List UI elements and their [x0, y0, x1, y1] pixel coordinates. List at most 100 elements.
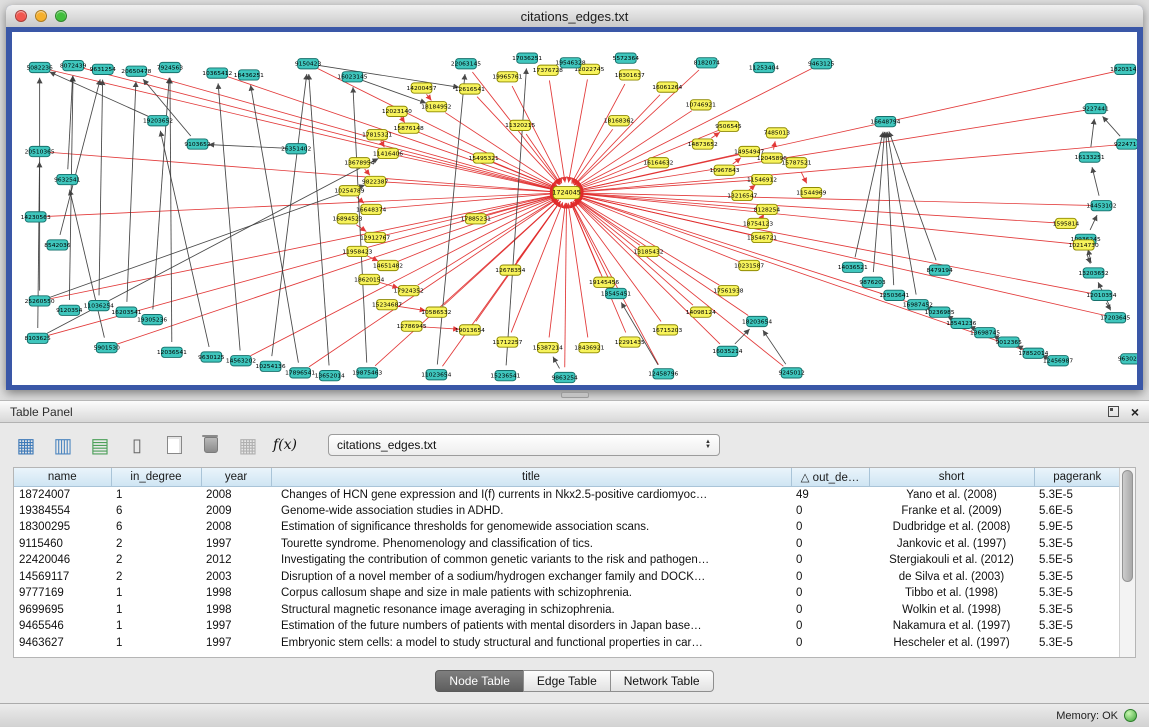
table-cell[interactable]: 2008: [201, 486, 271, 503]
graph-node[interactable]: 17896541: [285, 368, 315, 378]
graph-edge[interactable]: [889, 131, 936, 260]
table-cell[interactable]: 2012: [201, 552, 271, 569]
table-mode-icon[interactable]: ▦: [12, 431, 40, 459]
graph-node[interactable]: 8479194: [926, 265, 953, 275]
graph-edge[interactable]: [577, 180, 751, 192]
network-canvas[interactable]: 1724045812825411546912149549479506545107…: [12, 32, 1137, 385]
table-row[interactable]: 946554611997Estimation of the future num…: [14, 618, 1120, 635]
table-scrollbar-thumb[interactable]: [1122, 470, 1133, 582]
graph-node[interactable]: 9630125: [198, 352, 225, 362]
table-row[interactable]: 1830029562008Estimation of significance …: [14, 519, 1120, 536]
graph-node[interactable]: 18301637: [615, 70, 645, 80]
graph-edge[interactable]: [208, 145, 285, 149]
graph-node[interactable]: 13698745: [970, 328, 1000, 338]
table-cell[interactable]: 6: [111, 503, 201, 520]
create-column-icon[interactable]: ▤: [86, 431, 114, 459]
graph-edge[interactable]: [170, 78, 172, 342]
column-header[interactable]: title: [271, 468, 791, 486]
graph-node[interactable]: 14200457: [407, 83, 437, 93]
graph-node[interactable]: 9863254: [551, 372, 578, 382]
graph-node[interactable]: 9822387: [362, 176, 389, 186]
table-cell[interactable]: Jankovic et al. (1997): [869, 536, 1034, 553]
table-cell[interactable]: Tibbo et al. (1998): [869, 585, 1034, 602]
graph-node[interactable]: 11544969: [796, 187, 826, 197]
close-window-button[interactable]: [15, 10, 27, 22]
table-cell[interactable]: 0: [791, 519, 869, 536]
column-header[interactable]: pagerank: [1034, 468, 1120, 486]
graph-node[interactable]: 10586532: [421, 307, 451, 317]
graph-node[interactable]: 9506545: [715, 121, 742, 131]
graph-node[interactable]: 15495321: [469, 153, 499, 163]
table-cell[interactable]: 1: [111, 486, 201, 503]
table-cell[interactable]: 0: [791, 635, 869, 652]
graph-node[interactable]: 11253404: [749, 62, 779, 72]
table-cell[interactable]: 1: [111, 635, 201, 652]
table-cell[interactable]: 5.3E-5: [1034, 486, 1120, 503]
table-cell[interactable]: 5.3E-5: [1034, 569, 1120, 586]
graph-hub-node[interactable]: 1724045: [552, 187, 581, 199]
graph-node[interactable]: 13652014: [315, 371, 345, 381]
table-cell[interactable]: Dudbridge et al. (2008): [869, 519, 1034, 536]
import-table-icon[interactable]: ▦: [234, 431, 262, 459]
table-cell[interactable]: Estimation of the future numbers of pati…: [271, 618, 791, 635]
graph-edge[interactable]: [477, 97, 559, 185]
graph-node[interactable]: 14563202: [226, 356, 256, 366]
graph-node[interactable]: 10231587: [734, 260, 764, 270]
table-cell[interactable]: Tourette syndrome. Phenomenology and cla…: [271, 536, 791, 553]
graph-edge[interactable]: [749, 185, 756, 190]
graph-edge[interactable]: [218, 83, 240, 350]
graph-node[interactable]: 16035214: [712, 346, 742, 356]
graph-node[interactable]: 1595814: [1053, 218, 1080, 228]
graph-node[interactable]: 14873652: [688, 139, 718, 149]
graph-node[interactable]: 13185432: [633, 246, 663, 256]
graph-node[interactable]: 5082236: [26, 62, 53, 72]
graph-node[interactable]: 11712257: [492, 337, 522, 347]
table-cell[interactable]: 1997: [201, 635, 271, 652]
table-cell[interactable]: Stergiakouli et al. (2012): [869, 552, 1034, 569]
graph-edge[interactable]: [353, 87, 367, 363]
graph-node[interactable]: 9245012: [778, 368, 805, 378]
graph-node[interactable]: 13545451: [601, 288, 631, 298]
graph-edge[interactable]: [577, 193, 1090, 206]
graph-node[interactable]: 20510365: [25, 146, 55, 156]
graph-edge[interactable]: [398, 197, 557, 262]
close-panel-icon[interactable]: ×: [1131, 405, 1139, 419]
graph-node[interactable]: 19965761: [492, 72, 522, 82]
delete-entries-icon[interactable]: [197, 431, 225, 459]
graph-node[interactable]: 14651482: [373, 260, 403, 270]
table-row[interactable]: 911546021997Tourette syndrome. Phenomeno…: [14, 536, 1120, 553]
table-cell[interactable]: Estimation of significance thresholds fo…: [271, 519, 791, 536]
table-cell[interactable]: 0: [791, 569, 869, 586]
graph-node[interactable]: 10967843: [709, 165, 739, 175]
graph-node[interactable]: 11546912: [747, 174, 777, 184]
graph-edge[interactable]: [735, 329, 750, 344]
graph-edge[interactable]: [494, 162, 557, 188]
float-panel-icon[interactable]: [1108, 406, 1119, 417]
graph-node[interactable]: 16894523: [332, 214, 362, 224]
graph-node[interactable]: 9224714: [1114, 139, 1137, 149]
table-cell[interactable]: 19384554: [14, 503, 111, 520]
table-cell[interactable]: Yano et al. (2008): [869, 486, 1034, 503]
table-cell[interactable]: 9465546: [14, 618, 111, 635]
table-cell[interactable]: 1998: [201, 602, 271, 619]
table-cell[interactable]: 9115460: [14, 536, 111, 553]
graph-edge[interactable]: [272, 74, 307, 356]
graph-edge[interactable]: [549, 80, 565, 182]
table-cell[interactable]: 5.3E-5: [1034, 618, 1120, 635]
graph-node[interactable]: 17203645: [1100, 313, 1130, 323]
table-cell[interactable]: 5.3E-5: [1034, 585, 1120, 602]
graph-edge[interactable]: [84, 68, 556, 190]
graph-node[interactable]: 18203145: [1110, 64, 1137, 74]
graph-node[interactable]: 12036541: [157, 347, 187, 357]
graph-node[interactable]: 10236985: [925, 307, 955, 317]
selected-column-icon[interactable]: ▯: [123, 431, 151, 459]
graph-node[interactable]: 13678954: [344, 158, 374, 168]
graph-node[interactable]: 19305236: [137, 314, 167, 324]
graph-edge[interactable]: [1103, 116, 1121, 136]
graph-node[interactable]: 8128254: [754, 204, 781, 214]
table-row[interactable]: 977716911998Corpus callosum shape and si…: [14, 585, 1120, 602]
graph-edge[interactable]: [565, 203, 567, 367]
graph-node[interactable]: 11036254: [84, 300, 114, 310]
table-row[interactable]: 1872400712008Changes of HCN gene express…: [14, 486, 1120, 503]
graph-node[interactable]: 12503641: [879, 290, 909, 300]
